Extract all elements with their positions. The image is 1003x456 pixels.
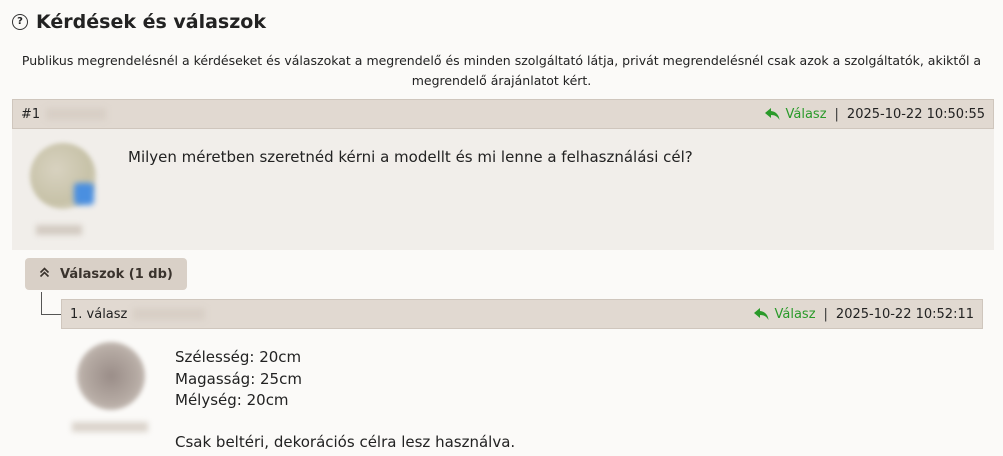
author-name-blurred [133, 308, 206, 320]
avatar-name-blurred [72, 422, 148, 432]
answer-header: 1. válasz Válasz | 2025-10-22 10:52:11 [61, 299, 983, 329]
meta-separator: | [823, 306, 828, 322]
author-name-blurred [46, 108, 107, 120]
answers-toggle-label: Válaszok (1 db) [60, 266, 173, 282]
question-meta: Válasz | 2025-10-22 10:50:55 [764, 106, 985, 122]
answer-line: Szélesség: 20cm [175, 348, 302, 366]
answer-line: Magasság: 25cm [175, 369, 302, 388]
reply-arrow-icon [753, 307, 769, 321]
visibility-notice: Publikus megrendelésnél a kérdéseket és … [21, 53, 982, 88]
question-reply-button[interactable]: Válasz [764, 106, 827, 122]
section-title: Kérdések és válaszok [36, 11, 266, 33]
question-author: #1 [21, 106, 107, 122]
answer-reply-button[interactable]: Válasz [753, 306, 816, 322]
answer-author: 1. válasz [70, 306, 206, 322]
question-body: Milyen méretben szeretnéd kérni a modell… [12, 129, 994, 250]
meta-separator: | [834, 106, 839, 122]
avatar-badge [74, 183, 94, 205]
answer-meta: Válasz | 2025-10-22 10:52:11 [753, 306, 974, 322]
avatar [77, 342, 145, 410]
thread-connector [41, 292, 62, 315]
answer-line: Csak beltéri, dekorációs célra lesz hasz… [175, 432, 516, 451]
answer-timestamp: 2025-10-22 10:52:11 [835, 306, 974, 322]
chevrons-up-icon [39, 266, 50, 282]
section-header: ? Kérdések és válaszok [12, 11, 266, 33]
reply-label: Válasz [785, 106, 827, 122]
question-header: #1 Válasz | 2025-10-22 10:50:55 [12, 99, 994, 129]
question-timestamp: 2025-10-22 10:50:55 [846, 106, 985, 122]
answer-text: Szélesség: 20cm Magasság: 25cm Mélység: … [175, 347, 515, 453]
question-number: #1 [21, 106, 41, 122]
answer-number: 1. válasz [70, 306, 128, 322]
help-icon[interactable]: ? [12, 14, 28, 30]
reply-arrow-icon [764, 107, 780, 121]
answers-toggle-button[interactable]: Válaszok (1 db) [25, 258, 187, 290]
question-text: Milyen méretben szeretnéd kérni a modell… [128, 148, 693, 166]
answer-line: Mélység: 20cm [175, 391, 289, 409]
reply-label: Válasz [774, 306, 816, 322]
avatar-name-blurred [36, 225, 82, 235]
